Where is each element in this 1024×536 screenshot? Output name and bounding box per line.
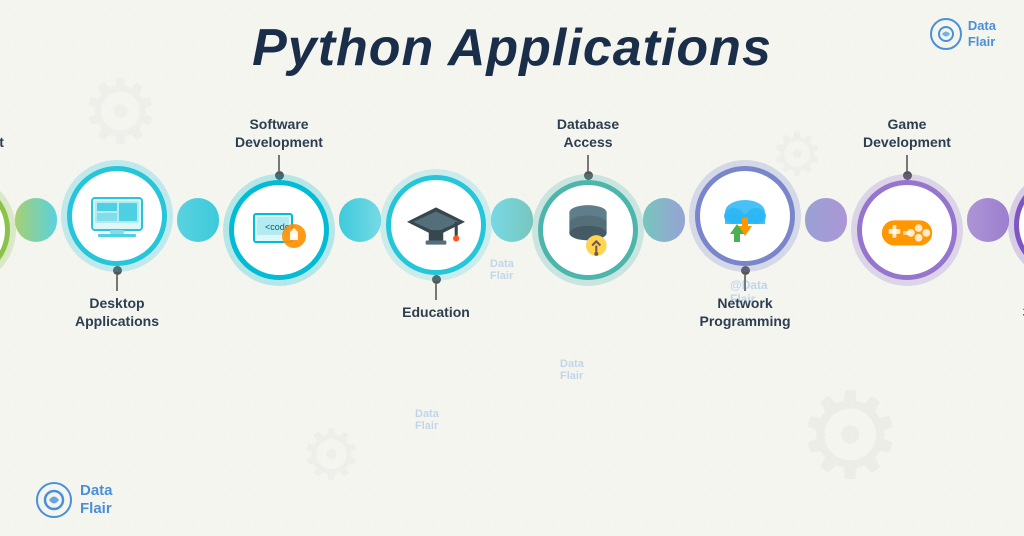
- node-circle-6: [695, 166, 795, 266]
- node-web-development: WebDevelopment </>: [0, 116, 15, 330]
- node-circle-8: 💡: [1014, 175, 1024, 275]
- diagram-area: WebDevelopment </>: [0, 78, 1024, 458]
- node-software-development: SoftwareDevelopment <code>: [219, 116, 339, 330]
- label-game-development: GameDevelopment: [847, 116, 967, 151]
- page-title: Python Applications: [0, 18, 1024, 78]
- label-desktop-applications: DesktopApplications: [57, 295, 177, 330]
- node-circle-3: <code>: [229, 180, 329, 280]
- node-game-development: GameDevelopment: [847, 116, 967, 330]
- node-network-programming: NetworkProgramming: [685, 116, 805, 330]
- node-database-access: DatabaseAccess: [533, 116, 643, 330]
- label-education: Education: [381, 304, 491, 322]
- node-education: Education: [381, 125, 491, 322]
- brand-icon-bottom: [36, 482, 72, 518]
- label-web-development: WebDevelopment: [0, 116, 15, 151]
- node-circle-4: [386, 175, 486, 275]
- node-circle-2: [67, 166, 167, 266]
- label-network-programming: NetworkProgramming: [685, 295, 805, 330]
- label-software-development: SoftwareDevelopment: [219, 116, 339, 151]
- node-desktop-applications: DesktopApplications: [57, 116, 177, 330]
- node-3d-graphics: 💡 3D Graphics: [1009, 125, 1024, 322]
- brand-logo-bottom: DataFlair: [36, 482, 113, 518]
- title-area: Python Applications: [0, 0, 1024, 78]
- node-circle-1: </>: [0, 180, 10, 280]
- watermark-2: DataFlair: [560, 358, 584, 382]
- node-circle-5: [538, 180, 638, 280]
- node-chain: WebDevelopment </>: [42, 158, 982, 288]
- label-3d-graphics: 3D Graphics: [1009, 304, 1024, 322]
- watermark-4: DataFlair: [415, 408, 439, 432]
- label-database-access: DatabaseAccess: [533, 116, 643, 151]
- brand-name-bottom: DataFlair: [80, 482, 113, 518]
- node-circle-7: [857, 180, 957, 280]
